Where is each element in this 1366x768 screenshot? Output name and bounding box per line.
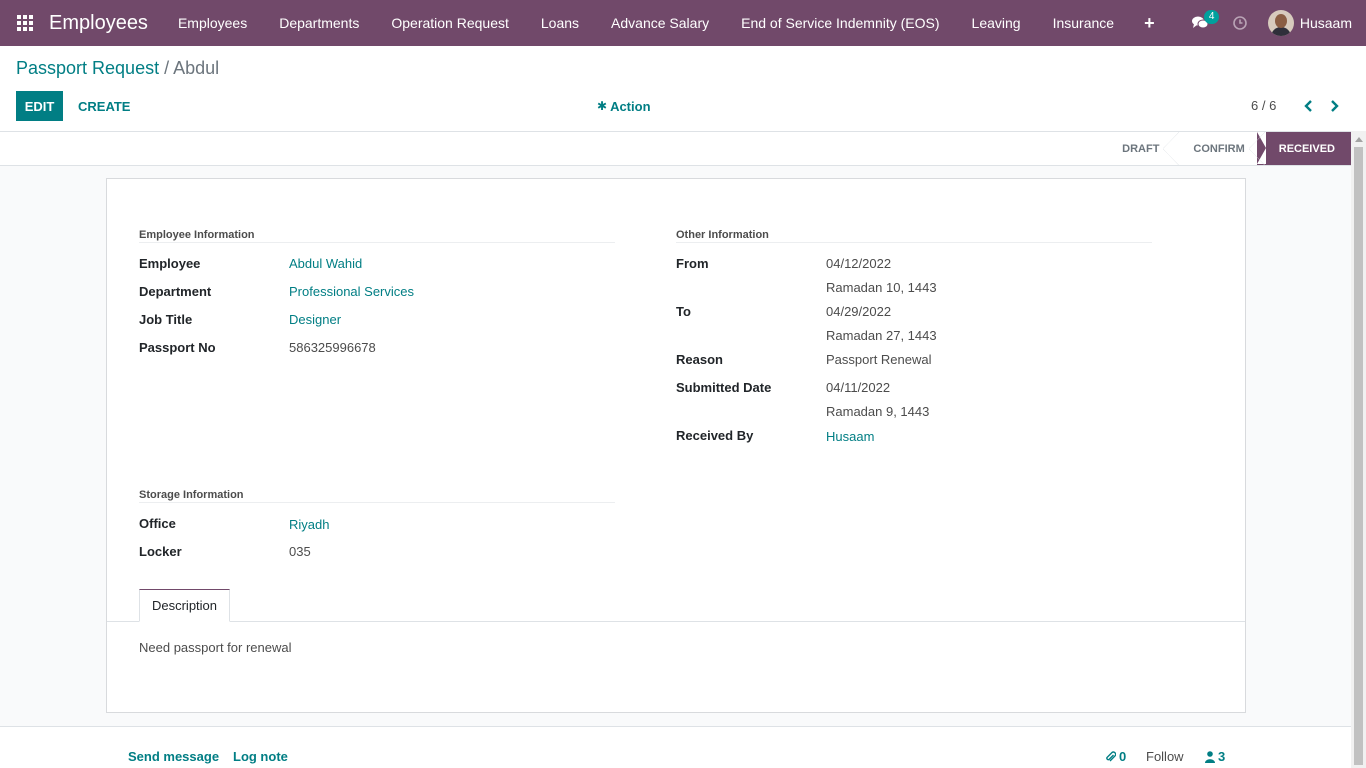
clock-icon[interactable] bbox=[1220, 0, 1260, 46]
send-message-button[interactable]: Send message bbox=[128, 749, 219, 764]
navbar-systray: 4 Husaam bbox=[1180, 0, 1366, 46]
value-reason: Passport Renewal bbox=[826, 352, 932, 367]
vertical-scrollbar[interactable] bbox=[1351, 131, 1366, 768]
label-locker: Locker bbox=[139, 544, 182, 559]
label-received-by: Received By bbox=[676, 428, 754, 443]
breadcrumb-separator: / bbox=[159, 58, 174, 78]
tab-description[interactable]: Description bbox=[139, 589, 230, 622]
label-office: Office bbox=[139, 516, 176, 531]
create-button[interactable]: CREATE bbox=[70, 91, 138, 121]
menu-advance-salary[interactable]: Advance Salary bbox=[595, 0, 725, 46]
paperclip-icon bbox=[1106, 750, 1116, 761]
menu-insurance[interactable]: Insurance bbox=[1037, 0, 1130, 46]
breadcrumb-current: Abdul bbox=[173, 58, 220, 78]
attachments-button[interactable]: 0 bbox=[1105, 749, 1126, 764]
menu-eos[interactable]: End of Service Indemnity (EOS) bbox=[725, 0, 955, 46]
stage-list: DRAFT CONFIRM RECEIVED bbox=[1112, 132, 1351, 165]
group-title-storage: Storage Information bbox=[139, 489, 615, 503]
app-name[interactable]: Employees bbox=[49, 12, 162, 35]
gear-icon: ✱ bbox=[597, 99, 608, 113]
value-received-by[interactable]: Husaam bbox=[826, 429, 874, 444]
chevron-right-icon[interactable] bbox=[1325, 96, 1345, 116]
label-job-title: Job Title bbox=[139, 312, 193, 327]
chat-count-badge: 4 bbox=[1203, 10, 1220, 24]
value-submitted-date: 04/11/2022 bbox=[826, 380, 891, 395]
app-grid-icon[interactable] bbox=[0, 0, 49, 46]
user-menu[interactable]: Husaam bbox=[1260, 10, 1366, 36]
group-title-other: Other Information bbox=[676, 229, 1152, 243]
top-navbar: Employees Employees Departments Operatio… bbox=[0, 0, 1366, 46]
follow-button[interactable]: Follow bbox=[1146, 749, 1184, 764]
label-from: From bbox=[676, 256, 709, 271]
statusbar: DRAFT CONFIRM RECEIVED bbox=[0, 131, 1351, 166]
log-note-button[interactable]: Log note bbox=[233, 749, 288, 764]
scroll-up-arrow-icon[interactable] bbox=[1351, 131, 1366, 146]
chat-icon[interactable]: 4 bbox=[1180, 0, 1220, 46]
edit-button[interactable]: EDIT bbox=[16, 91, 63, 121]
attachments-count: 0 bbox=[1119, 749, 1127, 764]
menu-loans[interactable]: Loans bbox=[525, 0, 595, 46]
pager-value[interactable]: 6 / 6 bbox=[1251, 98, 1276, 113]
group-title-employee: Employee Information bbox=[139, 229, 615, 243]
menu-leaving[interactable]: Leaving bbox=[956, 0, 1037, 46]
main-menu: Employees Departments Operation Request … bbox=[162, 0, 1169, 46]
user-name: Husaam bbox=[1299, 15, 1352, 31]
stage-draft[interactable]: DRAFT bbox=[1112, 132, 1180, 165]
chevron-left-icon[interactable] bbox=[1298, 96, 1318, 116]
value-department[interactable]: Professional Services bbox=[289, 284, 414, 299]
chatter: Send message Log note 0 Follow 3 bbox=[0, 726, 1351, 768]
scroll-thumb[interactable] bbox=[1354, 147, 1363, 765]
label-department: Department bbox=[139, 284, 212, 299]
breadcrumb-parent[interactable]: Passport Request bbox=[16, 58, 159, 78]
value-to: 04/29/2022 bbox=[826, 304, 892, 319]
label-to: To bbox=[676, 304, 691, 319]
menu-operation-request[interactable]: Operation Request bbox=[375, 0, 525, 46]
breadcrumb: Passport Request / Abdul bbox=[16, 58, 219, 79]
value-locker: 035 bbox=[289, 544, 311, 559]
label-passport-no: Passport No bbox=[139, 340, 216, 355]
value-from: 04/12/2022 bbox=[826, 256, 892, 271]
plus-icon[interactable]: + bbox=[1130, 0, 1169, 46]
stage-confirm[interactable]: CONFIRM bbox=[1171, 132, 1266, 165]
label-employee: Employee bbox=[139, 256, 201, 271]
value-submitted-hijri: Ramadan 9, 1443 bbox=[826, 404, 930, 419]
value-job-title[interactable]: Designer bbox=[289, 312, 341, 327]
value-to-hijri: Ramadan 27, 1443 bbox=[826, 328, 937, 343]
action-dropdown[interactable]: ✱ Action bbox=[597, 91, 651, 121]
action-label: Action bbox=[610, 98, 651, 114]
tab-header-line bbox=[107, 621, 1245, 622]
value-employee[interactable]: Abdul Wahid bbox=[289, 256, 362, 271]
stage-received[interactable]: RECEIVED bbox=[1256, 132, 1351, 165]
label-submitted-date: Submitted Date bbox=[676, 380, 772, 395]
avatar bbox=[1267, 10, 1294, 36]
menu-departments[interactable]: Departments bbox=[263, 0, 375, 46]
followers-count: 3 bbox=[1218, 749, 1226, 764]
value-passport-no: 586325996678 bbox=[289, 340, 376, 355]
menu-employees[interactable]: Employees bbox=[162, 0, 263, 46]
value-office[interactable]: Riyadh bbox=[289, 517, 329, 532]
followers-button[interactable]: 3 bbox=[1205, 749, 1225, 764]
value-from-hijri: Ramadan 10, 1443 bbox=[826, 280, 937, 295]
label-reason: Reason bbox=[676, 352, 723, 367]
user-icon bbox=[1205, 750, 1215, 763]
description-text: Need passport for renewal bbox=[139, 640, 292, 655]
